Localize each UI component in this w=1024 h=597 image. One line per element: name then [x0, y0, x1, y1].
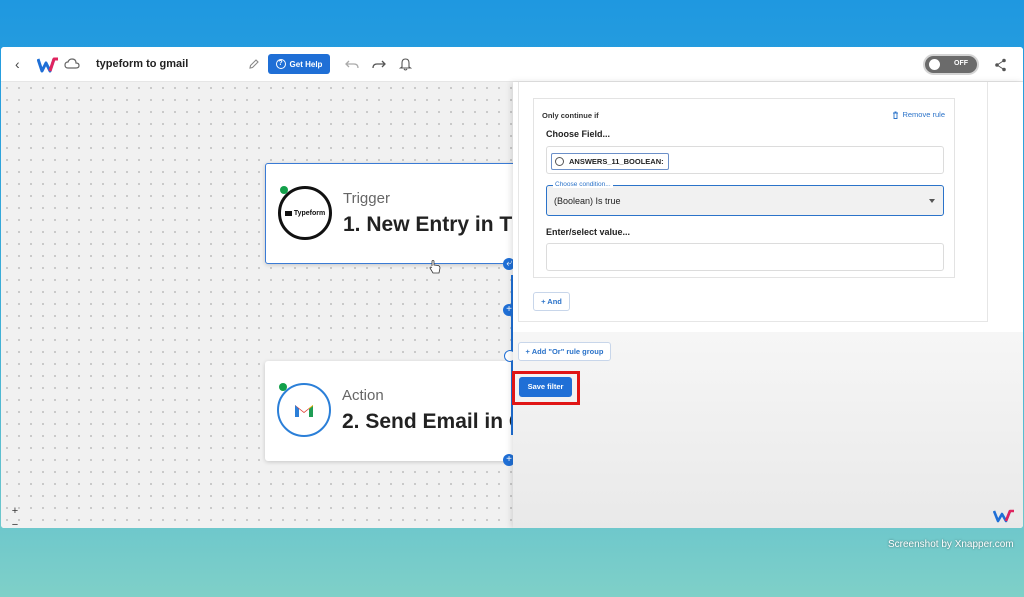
top-bar: ‹ typeform to gmail ? Get Help OFF — [1, 47, 1023, 82]
bell-icon[interactable] — [399, 57, 412, 71]
status-dot — [280, 186, 288, 194]
action-name: 2. Send Email in G — [342, 410, 526, 433]
condition-select[interactable]: Choose condition... (Boolean) Is true — [546, 181, 944, 216]
workflow-title[interactable]: typeform to gmail — [96, 58, 188, 70]
trigger-name: 1. New Entry in T — [343, 213, 513, 236]
save-filter-button[interactable]: Save filter — [519, 377, 572, 397]
enter-value-label: Enter/select value... — [546, 227, 631, 237]
toggle-label: OFF — [954, 60, 968, 67]
trigger-node[interactable]: Typeform Trigger 1. New Entry in T — [265, 163, 525, 264]
chevron-down-icon — [929, 199, 935, 203]
condition-legend: Choose condition... — [553, 181, 613, 188]
toggle-knob — [929, 59, 940, 70]
field-chip-label: ANSWERS_11_BOOLEAN: — [569, 157, 664, 166]
workflow-canvas[interactable]: Typeform Trigger 1. New Entry in T Actio… — [1, 82, 525, 528]
cloud-icon — [64, 58, 80, 69]
rule-card: Only continue if Remove rule Choose Fiel… — [533, 98, 955, 278]
add-and-button[interactable]: + And — [533, 292, 570, 311]
zoom-out-icon[interactable]: − — [8, 518, 22, 528]
remove-rule-label: Remove rule — [902, 110, 945, 119]
condition-value: (Boolean) Is true — [554, 196, 621, 206]
zoom-controls: + − ⛶ ▪ — [8, 504, 22, 528]
get-help-button[interactable]: ? Get Help — [268, 54, 330, 74]
redo-icon[interactable] — [372, 58, 386, 70]
screenshot-watermark: Screenshot by Xnapper.com — [888, 539, 1014, 550]
mouse-cursor-icon — [429, 260, 441, 274]
pencil-icon[interactable] — [248, 58, 260, 70]
typeform-logo-text: Typeform — [293, 209, 326, 217]
zoom-in-icon[interactable]: + — [8, 504, 22, 518]
app-logo-icon[interactable] — [37, 56, 59, 74]
brand-logo-icon — [993, 509, 1014, 523]
panel-footer-area — [513, 332, 1023, 528]
trash-icon — [893, 111, 899, 119]
gmail-icon — [295, 404, 313, 417]
rule-header: Only continue if — [542, 111, 599, 120]
trigger-kind-label: Trigger — [343, 190, 390, 207]
field-type-icon — [555, 157, 564, 166]
typeform-app-icon: Typeform — [278, 186, 332, 240]
add-or-group-button[interactable]: + Add "Or" rule group — [518, 342, 611, 361]
field-selector[interactable]: ANSWERS_11_BOOLEAN: — [546, 146, 944, 174]
app-window: ‹ typeform to gmail ? Get Help OFF Typef… — [1, 47, 1023, 528]
get-help-label: Get Help — [289, 59, 323, 69]
workflow-toggle[interactable]: OFF — [923, 54, 979, 75]
status-dot — [279, 383, 287, 391]
filter-panel: Only continue if Remove rule Choose Fiel… — [512, 82, 1023, 528]
gmail-app-icon — [277, 383, 331, 437]
share-icon[interactable] — [994, 58, 1007, 72]
action-node[interactable]: Action 2. Send Email in G — [265, 361, 525, 461]
action-kind-label: Action — [342, 387, 384, 404]
help-circle-icon: ? — [275, 59, 286, 69]
undo-icon[interactable] — [345, 58, 359, 70]
choose-field-label: Choose Field... — [546, 129, 611, 139]
value-input[interactable] — [546, 243, 944, 271]
back-arrow-icon[interactable]: ‹ — [15, 56, 29, 72]
field-chip[interactable]: ANSWERS_11_BOOLEAN: — [551, 153, 669, 170]
remove-rule-link[interactable]: Remove rule — [892, 110, 945, 119]
rule-group: Only continue if Remove rule Choose Fiel… — [518, 82, 988, 322]
